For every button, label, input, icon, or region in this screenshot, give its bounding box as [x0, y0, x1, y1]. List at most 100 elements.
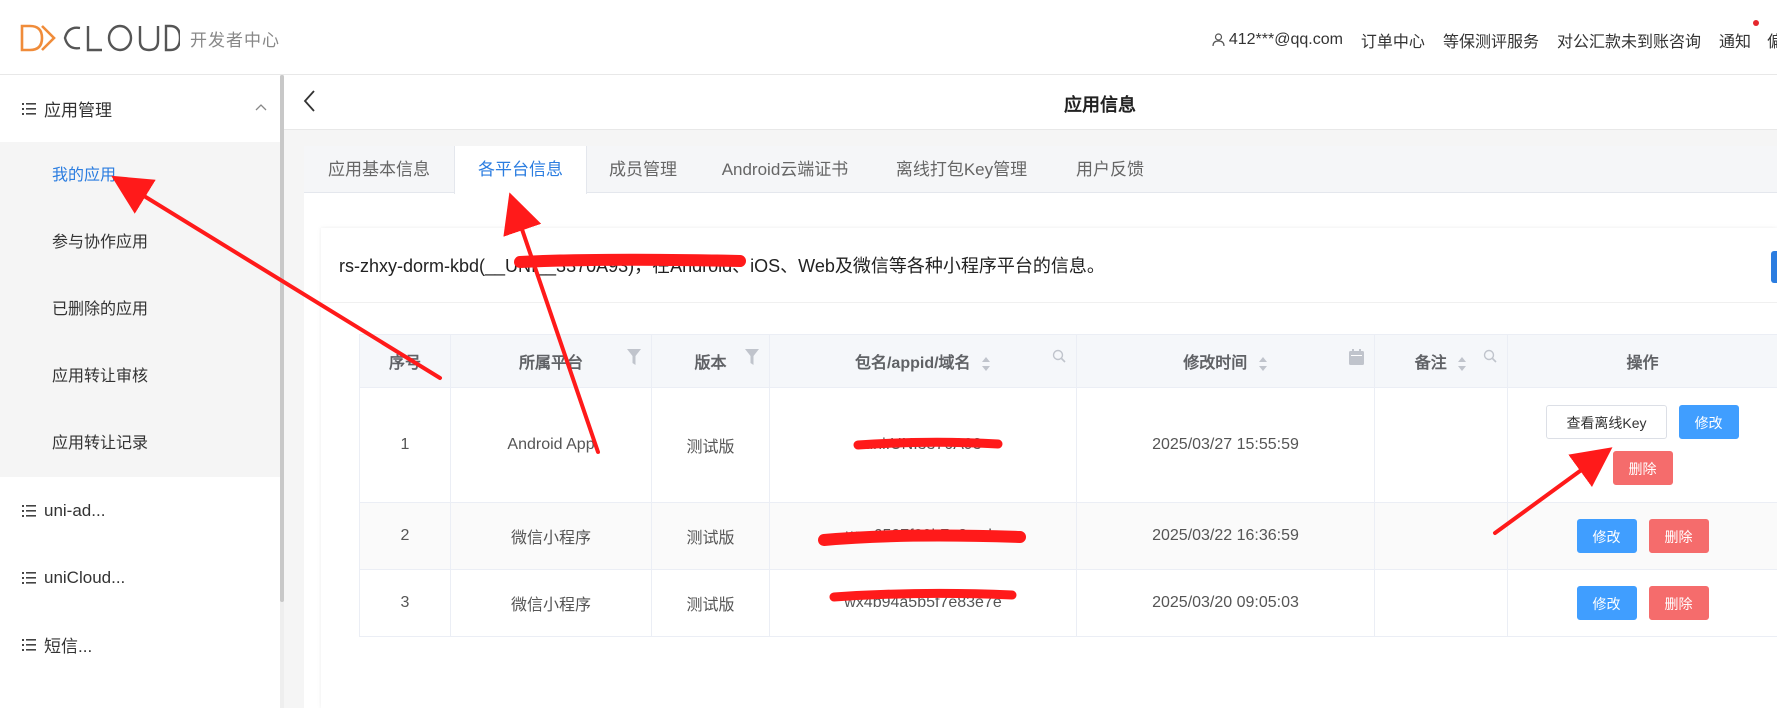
- platform-description: rs-zhxy-dorm-kbd(__UNI__3370A93)，在Androi…: [339, 256, 1105, 276]
- action-group: 修改 删除: [1508, 519, 1777, 553]
- cell-note: [1374, 387, 1508, 503]
- col-platform: 所属平台: [450, 334, 652, 388]
- main-content: 应用信息 应用基本信息 各平台信息 成员管理 Android云端证书 离线打包K…: [284, 75, 1777, 708]
- col-index: 序号: [359, 334, 451, 388]
- notifications-label: 通知: [1718, 34, 1751, 51]
- cell-version: 测试版: [651, 502, 770, 570]
- cell-package: wx4b94a5b5f7e83e7e: [769, 569, 1077, 637]
- cell-version: 测试版: [651, 387, 770, 503]
- menu-group-label: 应用管理: [44, 101, 112, 120]
- col-package: 包名/appid/域名: [769, 334, 1077, 388]
- header-label: 备注: [1414, 355, 1447, 372]
- col-note: 备注: [1374, 334, 1508, 388]
- edit-button[interactable]: 修改: [1576, 519, 1637, 553]
- tab-platform-info[interactable]: 各平台信息: [454, 146, 587, 194]
- tab-basic-info[interactable]: 应用基本信息: [304, 146, 454, 193]
- cell-index: 2: [359, 502, 451, 570]
- top-header: 开发者中心 412***@qq.com 订单中心 等保测评服务 对公汇款未到账咨…: [0, 0, 1777, 75]
- sort-icon[interactable]: [1457, 356, 1467, 372]
- app-management-submenu: 我的应用 参与协作应用 已删除的应用 应用转让审核 应用转让记录: [0, 142, 281, 477]
- cell-version: 测试版: [651, 569, 770, 637]
- header-label: 版本: [694, 355, 727, 372]
- tab-feedback[interactable]: 用户反馈: [1052, 146, 1168, 193]
- sidebar-item-transfer-review[interactable]: 应用转让审核: [0, 343, 281, 410]
- menu-group-label: uniCloud...: [44, 567, 126, 587]
- cell-note: [1374, 502, 1508, 570]
- header-label: 所属平台: [518, 355, 583, 372]
- col-modified-time: 修改时间: [1076, 334, 1375, 388]
- menu-group-label: uni-ad...: [44, 500, 106, 520]
- back-arrow-icon[interactable]: [302, 89, 316, 113]
- add-platform-button-edge[interactable]: [1771, 251, 1777, 283]
- cell-index: 1: [359, 387, 451, 503]
- table-row: 2 微信小程序 测试版 wxc6507f20b7a8ccdc 2025/03/2…: [359, 502, 1777, 570]
- col-actions: 操作: [1507, 334, 1777, 388]
- list-icon: [22, 102, 36, 115]
- sidebar-item-my-apps[interactable]: 我的应用: [0, 142, 281, 209]
- top-nav: 412***@qq.com 订单中心 等保测评服务 对公汇款未到账咨询 通知 偏: [1212, 20, 1777, 52]
- list-icon: [22, 638, 36, 651]
- delete-button[interactable]: 删除: [1648, 519, 1709, 553]
- platform-table: 序号 所属平台 版本 包名/appid/域名 修改时间 备注 操作 1 Andr…: [359, 334, 1777, 637]
- search-icon[interactable]: [1483, 349, 1497, 363]
- edit-button[interactable]: 修改: [1576, 586, 1637, 620]
- tab-android-cert[interactable]: Android云端证书: [699, 146, 871, 193]
- menu-group-uni-ad[interactable]: uni-ad...: [0, 477, 281, 544]
- tab-offline-key[interactable]: 离线打包Key管理: [871, 146, 1052, 193]
- sidebar-item-deleted-apps[interactable]: 已删除的应用: [0, 276, 281, 343]
- nav-notifications[interactable]: 通知: [1718, 20, 1759, 52]
- search-icon[interactable]: [1052, 349, 1066, 363]
- user-account[interactable]: 412***@qq.com: [1212, 31, 1343, 49]
- dcloud-logo-icon: [20, 24, 180, 52]
- table-row: 1 Android App 测试版 uni.UNI3370A93 2025/03…: [359, 387, 1777, 503]
- col-version: 版本: [651, 334, 770, 388]
- cell-platform: Android App: [450, 387, 652, 503]
- nav-security-service[interactable]: 等保测评服务: [1443, 28, 1539, 52]
- user-icon: [1212, 33, 1225, 47]
- menu-group-app-management[interactable]: 应用管理: [0, 75, 281, 142]
- action-group: 查看离线Key 修改 删除: [1508, 405, 1777, 485]
- view-offline-key-button[interactable]: 查看离线Key: [1546, 405, 1667, 439]
- cell-actions: 修改 删除: [1507, 502, 1777, 570]
- cell-actions: 查看离线Key 修改 删除: [1507, 387, 1777, 503]
- page-title: 应用信息: [1064, 95, 1136, 115]
- filter-icon[interactable]: [627, 349, 641, 365]
- logo-subtitle: 开发者中心: [190, 30, 280, 50]
- delete-button[interactable]: 删除: [1612, 451, 1673, 485]
- menu-group-sms[interactable]: 短信...: [0, 611, 281, 678]
- calendar-icon[interactable]: [1349, 349, 1364, 365]
- chevron-up-icon: [255, 104, 267, 111]
- list-icon: [22, 571, 36, 584]
- tab-members[interactable]: 成员管理: [587, 146, 699, 193]
- cell-package: uni.UNI3370A93: [769, 387, 1077, 503]
- delete-button[interactable]: 删除: [1648, 586, 1709, 620]
- dcloud-logo[interactable]: 开发者中心: [20, 22, 280, 54]
- cell-index: 3: [359, 569, 451, 637]
- cell-platform: 微信小程序: [450, 569, 652, 637]
- divider: [321, 302, 1777, 303]
- sort-icon[interactable]: [981, 356, 991, 372]
- filter-icon[interactable]: [745, 349, 759, 365]
- cell-time: 2025/03/20 09:05:03: [1076, 569, 1375, 637]
- header-label: 修改时间: [1183, 355, 1248, 372]
- menu-group-unicloud[interactable]: uniCloud...: [0, 544, 281, 611]
- nav-orders[interactable]: 订单中心: [1361, 28, 1425, 52]
- cell-time: 2025/03/27 15:55:59: [1076, 387, 1375, 503]
- nav-remittance-inquiry[interactable]: 对公汇款未到账咨询: [1557, 28, 1701, 52]
- platform-panel: rs-zhxy-dorm-kbd(__UNI__3370A93)，在Androi…: [321, 228, 1777, 708]
- table-row: 3 微信小程序 测试版 wx4b94a5b5f7e83e7e 2025/03/2…: [359, 569, 1777, 637]
- action-group: 修改 删除: [1508, 586, 1777, 620]
- sidebar-item-collab-apps[interactable]: 参与协作应用: [0, 209, 281, 276]
- sort-icon[interactable]: [1258, 356, 1268, 372]
- app-info-card: 应用基本信息 各平台信息 成员管理 Android云端证书 离线打包Key管理 …: [304, 146, 1777, 708]
- nav-truncated-item[interactable]: 偏: [1767, 28, 1777, 52]
- notification-dot: [1752, 20, 1759, 26]
- sidebar-item-transfer-records[interactable]: 应用转让记录: [0, 410, 281, 477]
- cell-note: [1374, 569, 1508, 637]
- list-icon: [22, 504, 36, 517]
- menu-group-label: 短信...: [44, 637, 93, 656]
- cell-actions: 修改 删除: [1507, 569, 1777, 637]
- edit-button[interactable]: 修改: [1678, 405, 1739, 439]
- action-row: 查看离线Key 修改: [1546, 405, 1739, 439]
- cell-platform: 微信小程序: [450, 502, 652, 570]
